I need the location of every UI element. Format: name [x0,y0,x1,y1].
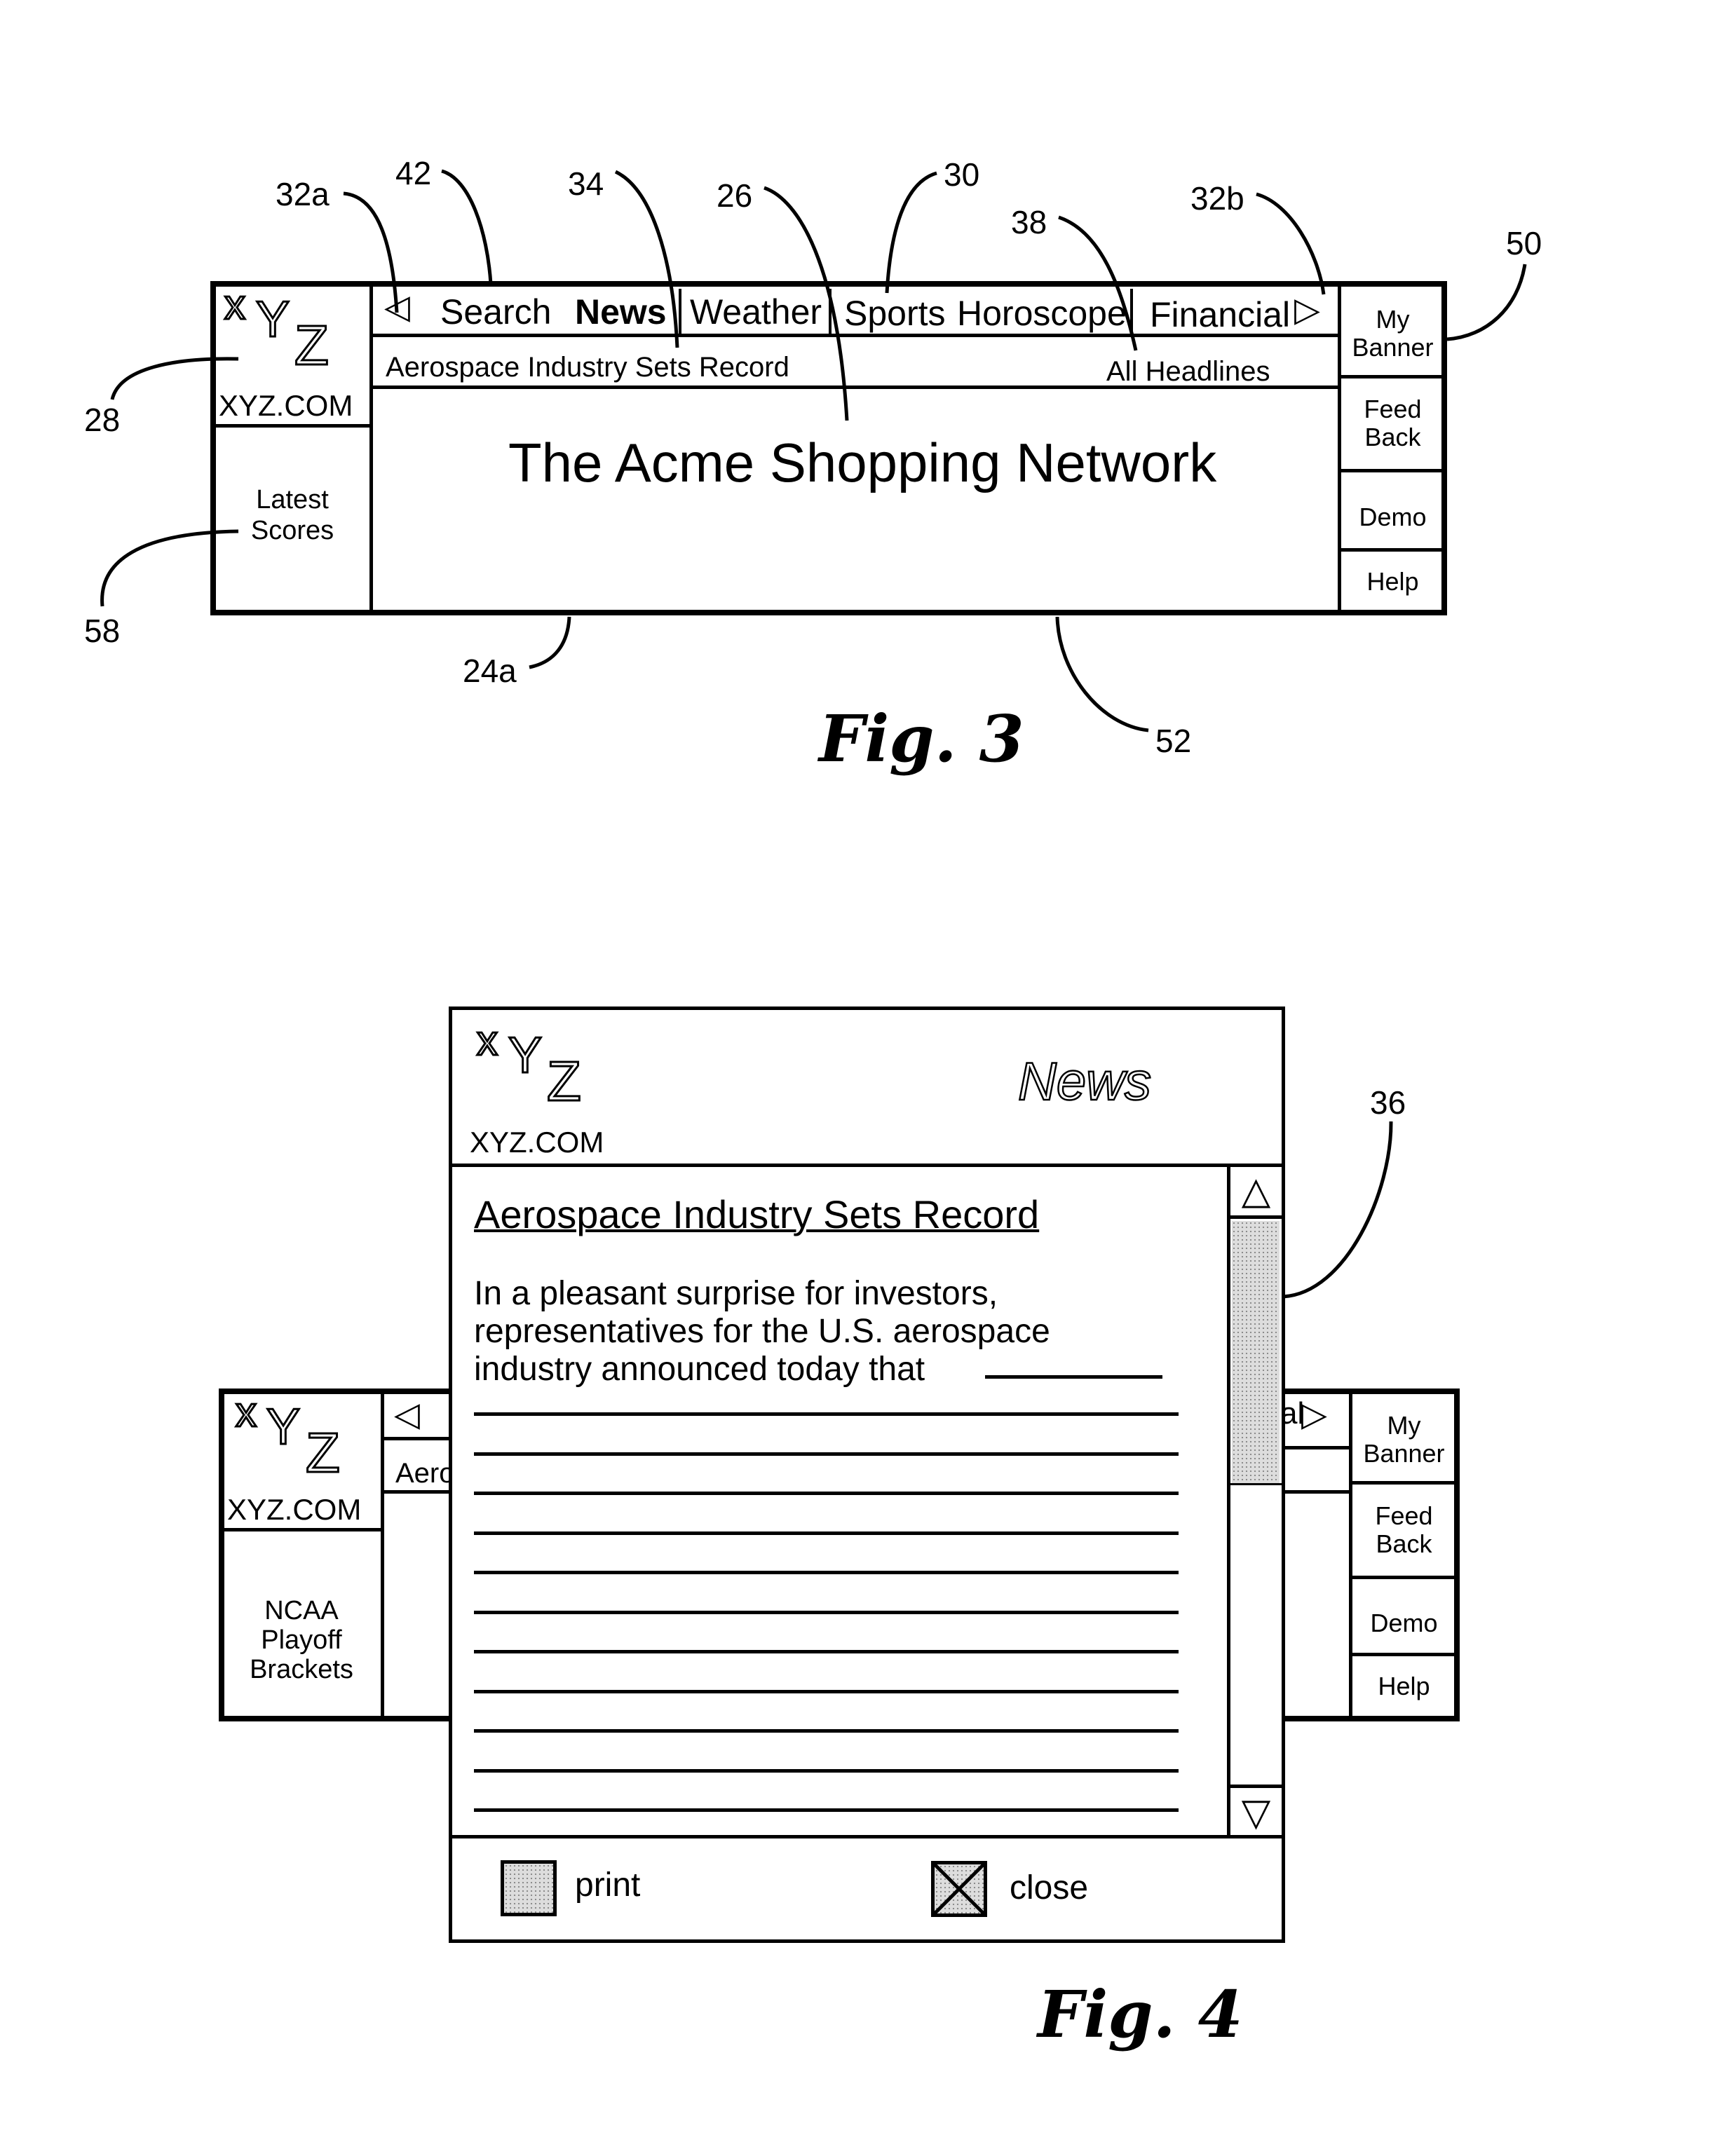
fig3-caption: Fig. 3 [819,701,1024,777]
scroll-up-button[interactable]: △ [1230,1167,1282,1215]
logo-letter-x: x [235,1388,258,1437]
fig4-bg-headline-divider [383,1490,453,1494]
banner-ad-text[interactable]: The Acme Shopping Network [508,431,1216,495]
my-banner-button[interactable]: My Banner [1341,294,1444,373]
scroll-tabs-left-arrow[interactable]: ◁ [384,287,410,327]
text-placeholder-rule [474,1808,1179,1812]
scroll-thumb-bottom [1230,1483,1283,1485]
logo-letter-z: Z [294,313,330,378]
fig3-logo-divider [214,424,372,428]
feedback-button[interactable]: Feed Back [1341,380,1444,467]
print-icon [501,1860,557,1916]
logo-letter-y: Y [507,1027,543,1085]
text-placeholder-rule [474,1412,1179,1416]
logo-domain: XYZ.COM [470,1126,604,1159]
ref-34: 34 [568,165,604,202]
ref-42: 42 [395,155,432,191]
text-placeholder-rule [474,1729,1179,1733]
text-placeholder-rule [474,1492,1179,1495]
help-button[interactable]: Help [1352,1656,1455,1716]
text-placeholder-rule [474,1452,1179,1456]
text-placeholder-rule [474,1610,1179,1614]
scroll-thumb[interactable] [1232,1221,1280,1483]
tab-news[interactable]: News [575,292,667,332]
tab-sports[interactable]: Sports [844,293,946,334]
help-button[interactable]: Help [1341,552,1444,612]
ref-50: 50 [1506,225,1542,261]
text-placeholder-rule [474,1571,1179,1574]
ref-58: 58 [84,613,121,649]
scroll-tabs-right-arrow[interactable]: ▷ [1294,290,1320,329]
btn-divider [1339,375,1444,378]
logo-letter-x: x [224,280,247,329]
leader-36 [1282,1121,1393,1299]
article-line: In a pleasant surprise for investors, [474,1275,998,1312]
my-banner-button[interactable]: My Banner [1352,1398,1455,1481]
leader-30 [885,171,937,294]
text-placeholder-rule [985,1375,1162,1379]
fig4-bg-tabs-divider [383,1437,453,1440]
logo-letter-x: x [476,1016,499,1065]
popup-header-divider [451,1164,1283,1167]
scrollbar-left-edge [1227,1166,1230,1837]
tab-horoscope[interactable]: Horoscope [957,293,1127,334]
latest-scores-panel[interactable]: Latest Scores [219,477,366,554]
scroll-down-button[interactable]: ▽ [1230,1789,1282,1836]
article-line: representatives for the U.S. aerospace [474,1313,1050,1350]
tab-separator [829,289,832,335]
scroll-down-divider [1230,1785,1283,1788]
text-placeholder-rule [474,1650,1179,1653]
section-title: News [1017,1051,1153,1113]
ref-38: 38 [1011,204,1047,240]
tab-weather[interactable]: Weather [690,292,822,332]
logo-letter-y: Y [255,291,290,349]
ref-28: 28 [84,402,121,438]
ref-32a: 32a [276,176,330,212]
article-title: Aerospace Industry Sets Record [474,1192,1040,1236]
leader-52 [1055,616,1149,732]
ncaa-brackets-panel[interactable]: NCAA Playoff Brackets [224,1591,379,1689]
ref-36: 36 [1370,1084,1406,1121]
scroll-up-divider [1230,1215,1283,1219]
fig4-bg-headline-divider [1285,1490,1350,1494]
scroll-tabs-left-arrow[interactable]: ◁ [394,1395,420,1434]
text-placeholder-rule [474,1689,1179,1693]
tab-financial[interactable]: Financial [1150,294,1290,335]
demo-button[interactable]: Demo [1341,472,1444,548]
tab-search[interactable]: Search [440,292,551,332]
logo-letter-z: Z [546,1049,583,1114]
popup-footer-divider [451,1835,1283,1838]
close-label: close [1010,1869,1089,1906]
ref-32b: 32b [1190,180,1244,217]
all-headlines-link[interactable]: All Headlines [1106,356,1270,388]
fig4-bg-tabs-divider [1285,1446,1350,1449]
ref-30: 30 [944,156,980,193]
tab-separator [679,289,681,335]
scroll-tabs-right-arrow[interactable]: ▷ [1301,1395,1327,1434]
logo-domain: XYZ.COM [219,389,353,422]
partial-headline: Aero [395,1458,455,1489]
headline-link[interactable]: Aerospace Industry Sets Record [386,352,789,383]
leader-42 [441,169,493,285]
ref-24a: 24a [463,653,517,689]
logo-domain: XYZ.COM [227,1493,362,1526]
leader-24a [529,616,571,669]
feedback-button[interactable]: Feed Back [1352,1485,1455,1576]
logo-letter-z: Z [305,1421,341,1485]
fig4-caption: Fig. 4 [1038,1977,1243,2052]
ref-26: 26 [717,177,753,214]
logo-letter-y: Y [265,1398,301,1456]
leader-32b [1256,192,1326,295]
article-line: industry announced today that [474,1351,925,1388]
ref-52: 52 [1155,723,1192,759]
text-placeholder-rule [474,1768,1179,1773]
leader-50 [1446,264,1527,341]
print-label: print [575,1867,641,1904]
close-icon [931,1861,987,1917]
fig4-bg-logo-divider [223,1528,383,1531]
demo-button[interactable]: Demo [1352,1579,1455,1653]
tab-separator [1130,289,1133,335]
text-placeholder-rule [474,1531,1179,1535]
